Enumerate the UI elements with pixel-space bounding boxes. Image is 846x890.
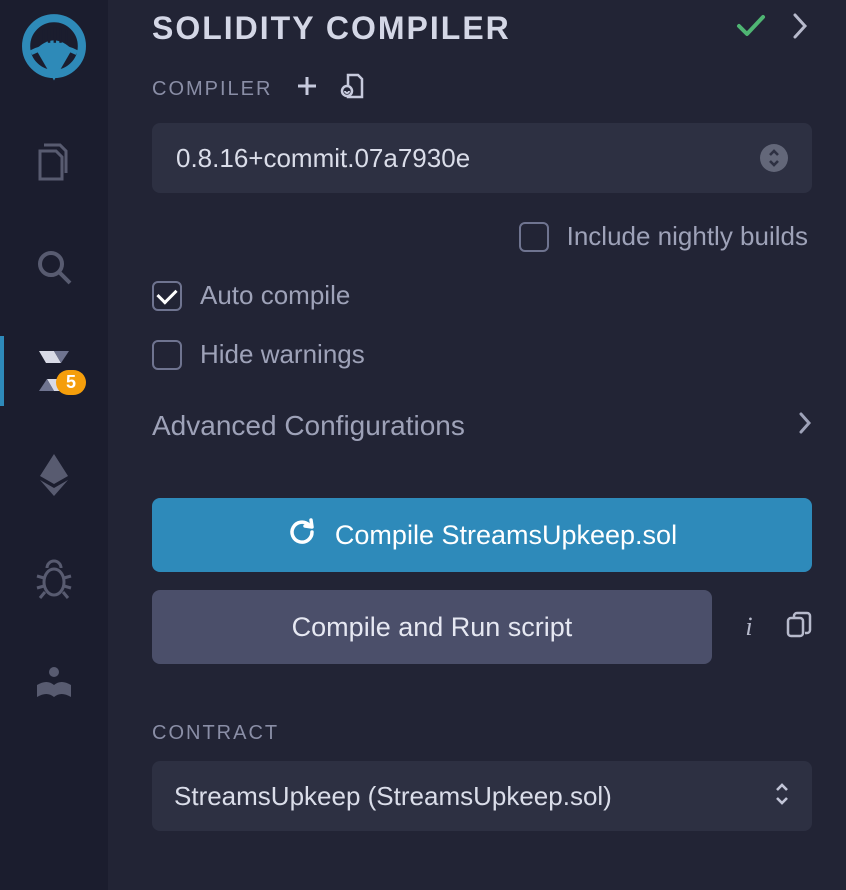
nav-deploy[interactable] <box>0 446 108 504</box>
auto-compile-label: Auto compile <box>200 280 350 311</box>
nav-icons: 5 <box>0 134 108 712</box>
include-nightly-label: Include nightly builds <box>567 221 808 252</box>
nav-sidebar: 5 <box>0 0 108 890</box>
compiler-panel: SOLIDITY COMPILER COMPILER 0.8.16+commit… <box>108 0 846 890</box>
hide-warnings-checkbox[interactable] <box>152 340 182 370</box>
info-icon[interactable]: i <box>734 612 764 642</box>
run-row: Compile and Run script i <box>152 590 812 664</box>
ethereum-icon <box>34 452 74 498</box>
copy-icon[interactable] <box>786 611 812 644</box>
header-actions <box>736 12 808 45</box>
plus-icon[interactable] <box>296 75 318 103</box>
bug-icon <box>33 558 75 600</box>
chevron-right-icon <box>798 410 812 442</box>
include-nightly-checkbox[interactable] <box>519 222 549 252</box>
contract-select-value: StreamsUpkeep (StreamsUpkeep.sol) <box>174 781 612 812</box>
reader-icon <box>33 663 75 703</box>
contract-select[interactable]: StreamsUpkeep (StreamsUpkeep.sol) <box>152 761 812 831</box>
compiler-label-icons <box>296 73 364 105</box>
select-caret-icon <box>774 782 790 811</box>
nav-file-explorer[interactable] <box>0 134 108 192</box>
compile-button[interactable]: Compile StreamsUpkeep.sol <box>152 498 812 572</box>
solidity-warnings-badge: 5 <box>56 370 86 395</box>
include-nightly-row: Include nightly builds <box>152 221 812 252</box>
hide-warnings-row: Hide warnings <box>152 339 812 370</box>
nav-debugger[interactable] <box>0 550 108 608</box>
auto-compile-row: Auto compile <box>152 280 812 311</box>
refresh-icon <box>287 517 317 554</box>
advanced-config-toggle[interactable]: Advanced Configurations <box>152 410 812 442</box>
compiler-version-select[interactable]: 0.8.16+commit.07a7930e <box>152 123 812 193</box>
auto-compile-checkbox[interactable] <box>152 281 182 311</box>
select-updown-icon <box>760 144 788 172</box>
nav-learn[interactable] <box>0 654 108 712</box>
hide-warnings-label: Hide warnings <box>200 339 365 370</box>
advanced-config-label: Advanced Configurations <box>152 410 465 442</box>
compile-button-label: Compile StreamsUpkeep.sol <box>335 520 677 551</box>
chevron-right-icon[interactable] <box>792 12 808 45</box>
nav-search[interactable] <box>0 238 108 296</box>
compiler-label-text: COMPILER <box>152 78 272 101</box>
file-link-icon[interactable] <box>340 73 364 105</box>
remix-logo[interactable] <box>9 6 99 96</box>
compiler-version-value: 0.8.16+commit.07a7930e <box>176 143 470 174</box>
nav-solidity-compiler[interactable]: 5 <box>0 342 108 400</box>
compile-status-check-icon <box>736 14 766 43</box>
compile-run-label: Compile and Run script <box>292 612 573 643</box>
compiler-section-label: COMPILER <box>152 73 812 105</box>
contract-section-label: CONTRACT <box>152 722 812 745</box>
compile-and-run-button[interactable]: Compile and Run script <box>152 590 712 664</box>
search-icon <box>34 247 74 287</box>
panel-header: SOLIDITY COMPILER <box>152 10 812 47</box>
files-icon <box>34 141 74 185</box>
panel-title: SOLIDITY COMPILER <box>152 10 511 47</box>
